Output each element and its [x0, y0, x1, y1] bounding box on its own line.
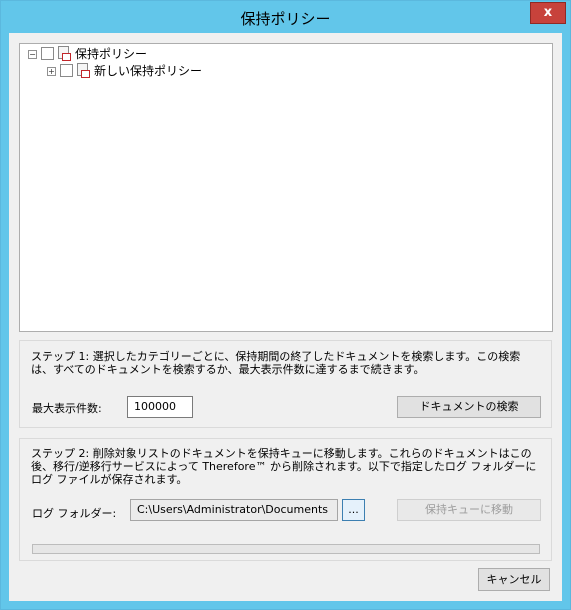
title-bar[interactable]: 保持ポリシー x	[1, 1, 570, 33]
close-button[interactable]: x	[530, 2, 566, 24]
step1-description: ステップ 1: 選択したカテゴリーごとに、保持期間の終了したドキュメントを検索し…	[31, 350, 521, 376]
log-folder-field[interactable]: C:\Users\Administrator\Documents	[130, 499, 338, 521]
cancel-button[interactable]: キャンセル	[478, 568, 550, 591]
dialog-body: − 保持ポリシー + 新しい保持ポリシー ステップ 1: 選択したカテゴリーごと…	[9, 33, 562, 601]
step2-description: ステップ 2: 削除対象リストのドキュメントを保持キューに移動します。これらのド…	[31, 447, 537, 486]
policy-tree[interactable]: − 保持ポリシー + 新しい保持ポリシー	[19, 43, 553, 332]
max-results-label: 最大表示件数:	[32, 402, 102, 415]
log-folder-label: ログ フォルダー:	[32, 507, 117, 520]
tree-node-child[interactable]: + 新しい保持ポリシー	[47, 63, 267, 79]
move-to-retention-queue-button[interactable]: 保持キューに移動	[397, 499, 541, 521]
tree-node-root-label[interactable]: 保持ポリシー	[75, 46, 147, 62]
max-results-input[interactable]: 100000	[127, 396, 193, 418]
collapse-icon[interactable]: −	[28, 50, 37, 59]
tree-node-child-label[interactable]: 新しい保持ポリシー	[94, 63, 202, 79]
retention-policy-icon	[56, 46, 71, 61]
progress-bar	[32, 544, 540, 554]
browse-folder-button[interactable]: ...	[342, 499, 365, 521]
step2-group: ステップ 2: 削除対象リストのドキュメントを保持キューに移動します。これらのド…	[19, 438, 552, 561]
search-documents-button[interactable]: ドキュメントの検索	[397, 396, 541, 418]
retention-policy-icon	[75, 63, 90, 78]
tree-node-root-checkbox[interactable]	[41, 47, 54, 60]
retention-policy-dialog: 保持ポリシー x − 保持ポリシー + 新しい保持ポリシー ステップ 1: 選択…	[0, 0, 571, 610]
step1-group: ステップ 1: 選択したカテゴリーごとに、保持期間の終了したドキュメントを検索し…	[19, 340, 552, 428]
window-title: 保持ポリシー	[240, 10, 331, 28]
expand-icon[interactable]: +	[47, 67, 56, 76]
tree-node-child-checkbox[interactable]	[60, 64, 73, 77]
tree-node-root[interactable]: − 保持ポリシー	[28, 46, 228, 62]
